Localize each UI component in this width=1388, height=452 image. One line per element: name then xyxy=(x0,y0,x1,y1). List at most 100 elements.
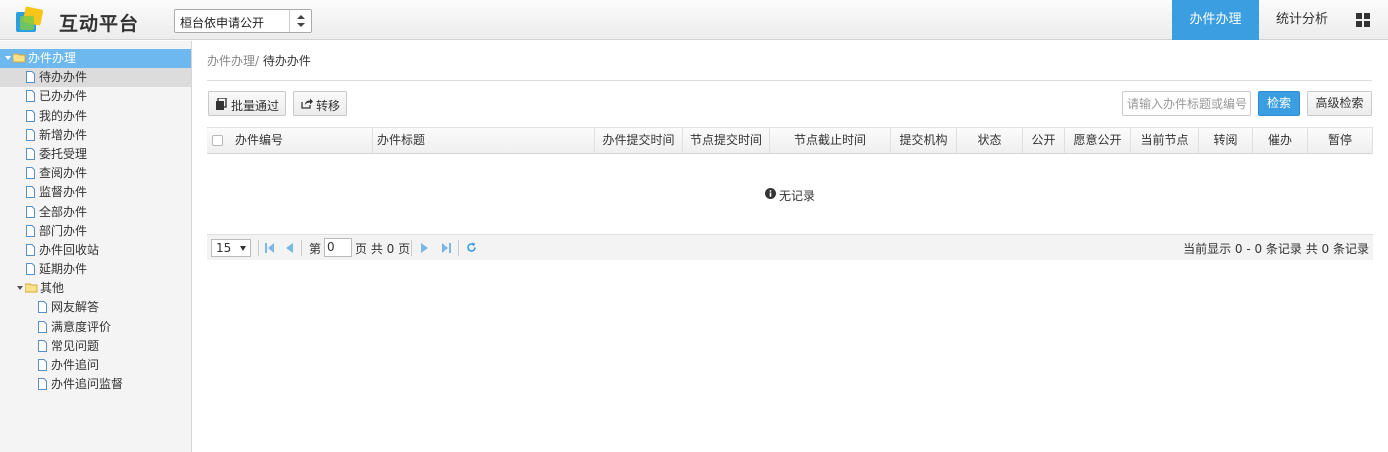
sidebar-item-2[interactable]: 我的办件 xyxy=(0,107,191,126)
page-suffix: 页 共 0 页 xyxy=(355,242,411,256)
document-icon xyxy=(26,109,35,122)
tree-node-label: 网友解答 xyxy=(51,300,100,315)
app-logo-icon xyxy=(16,6,46,34)
tree-node-label: 满意度评价 xyxy=(51,319,112,334)
empty-text: 无记录 xyxy=(779,189,816,203)
first-page-icon[interactable] xyxy=(265,243,274,253)
tree-node-case-handling[interactable]: 办件办理 xyxy=(0,49,191,69)
column-header-10[interactable]: 转阅 xyxy=(1199,128,1253,153)
sidebar-item-10[interactable]: 延期办件 xyxy=(0,260,191,279)
tab-statistics[interactable]: 统计分析 xyxy=(1259,0,1345,40)
record-info: 当前显示 0 - 0 条记录 共 0 条记录 xyxy=(1183,242,1369,256)
tree-node-label: 其他 xyxy=(40,281,65,296)
last-page-icon[interactable] xyxy=(442,243,451,253)
sidebar-item-9[interactable]: 办件回收站 xyxy=(0,241,191,260)
sidebar-item-4[interactable]: 委托受理 xyxy=(0,145,191,164)
sidebar-item-0[interactable]: 待办办件 xyxy=(0,68,191,88)
app-title: 互动平台 xyxy=(59,13,140,35)
sidebar-other-item-4[interactable]: 办件追问监督 xyxy=(0,375,191,394)
sidebar-tree: 办件办理 待办办件已办办件我的办件新增办件委托受理查阅办件监督办件全部办件 部门办… xyxy=(0,41,192,452)
tree-node-label: 待办办件 xyxy=(39,70,88,85)
tree-node-label: 办件回收站 xyxy=(39,242,100,257)
tree-node-label: 办件办理 xyxy=(28,51,77,65)
sidebar-item-1[interactable]: 已办办件 xyxy=(0,87,191,106)
sidebar-other-item-3[interactable]: 办件追问 xyxy=(0,356,191,375)
breadcrumb-parent[interactable]: 办件办理/ xyxy=(207,54,263,68)
document-icon xyxy=(26,224,35,237)
batch-pass-label: 批量通过 xyxy=(231,99,280,113)
column-header-4[interactable]: 节点截止时间 xyxy=(770,128,891,153)
sidebar-other-item-0[interactable]: 网友解答 xyxy=(0,298,191,317)
refresh-icon[interactable] xyxy=(466,242,477,253)
document-icon xyxy=(26,167,35,180)
tree-node-label: 常见问题 xyxy=(51,338,100,353)
tree-node-other[interactable]: 其他 xyxy=(0,279,191,298)
document-icon xyxy=(26,128,35,141)
column-header-8[interactable]: 愿意公开 xyxy=(1065,128,1131,153)
transfer-button[interactable]: 转移 xyxy=(293,91,347,116)
platform-select[interactable]: 桓台依申请公开 xyxy=(174,9,312,33)
tree-node-label: 部门办件 xyxy=(39,223,88,238)
sidebar-other-item-1[interactable]: 满意度评价 xyxy=(0,318,191,337)
document-icon xyxy=(38,359,47,371)
folder-open-icon xyxy=(13,53,26,63)
page-size-value: 15 xyxy=(216,241,232,255)
document-icon xyxy=(38,320,47,333)
column-header-12[interactable]: 暂停 xyxy=(1308,128,1373,153)
pager-separator xyxy=(458,240,459,256)
document-icon xyxy=(26,205,35,218)
document-stack-icon xyxy=(216,98,227,110)
page-number-input[interactable]: 0 xyxy=(324,238,352,257)
tree-node-label: 办件追问 xyxy=(51,358,100,372)
platform-select-value: 桓台依申请公开 xyxy=(180,16,265,30)
next-page-icon[interactable] xyxy=(421,243,428,253)
tree-node-label: 办件追问监督 xyxy=(51,377,124,392)
tree-node-label: 监督办件 xyxy=(39,185,88,200)
document-icon xyxy=(26,90,35,103)
pager-separator xyxy=(411,240,412,256)
search-input[interactable] xyxy=(1122,91,1251,116)
sidebar-item-6[interactable]: 监督办件 xyxy=(0,183,191,202)
document-icon xyxy=(26,186,35,199)
select-arrows-icon xyxy=(289,10,311,32)
document-icon xyxy=(26,243,35,256)
document-icon xyxy=(38,301,47,314)
select-all-checkbox[interactable] xyxy=(212,135,223,146)
column-header-6[interactable]: 状态 xyxy=(957,128,1023,153)
table-header: 办件编号 办件标题 办件提交时间 节点提交时间 节点截止时间 提交机构 状态 公开 愿意公开 当前… xyxy=(207,127,1373,154)
prev-page-icon[interactable] xyxy=(286,243,293,253)
pager-separator xyxy=(258,240,259,256)
tree-node-label: 我的办件 xyxy=(39,108,88,123)
column-header-3[interactable]: 节点提交时间 xyxy=(683,128,770,153)
batch-pass-button[interactable]: 批量通过 xyxy=(208,91,286,116)
column-header-0[interactable]: 办件编号 xyxy=(229,128,373,153)
document-icon xyxy=(26,263,35,276)
top-header: 互动平台 桓台依申请公开 办件办理 统计分析 xyxy=(0,0,1388,40)
sidebar-item-3[interactable]: 新增办件 xyxy=(0,126,191,145)
sidebar-other-item-2[interactable]: 常见问题 xyxy=(0,337,191,356)
expand-toggle-icon[interactable] xyxy=(5,56,11,60)
breadcrumb-current: 待办办件 xyxy=(262,54,311,68)
sidebar-item-5[interactable]: 查阅办件 xyxy=(0,164,191,183)
info-icon xyxy=(765,188,776,199)
tree-node-label: 委托受理 xyxy=(39,146,88,161)
tree-node-label: 新增办件 xyxy=(39,127,88,142)
column-header-5[interactable]: 提交机构 xyxy=(891,128,957,153)
expand-toggle-icon[interactable] xyxy=(17,286,23,291)
sidebar-item-7[interactable]: 全部办件 xyxy=(0,203,191,222)
column-header-11[interactable]: 催办 xyxy=(1253,128,1308,153)
column-header-1[interactable]: 办件标题 xyxy=(373,128,595,153)
search-button[interactable]: 检索 xyxy=(1258,91,1300,116)
column-header-2[interactable]: 办件提交时间 xyxy=(595,128,683,153)
column-header-9[interactable]: 当前节点 xyxy=(1131,128,1199,153)
share-icon xyxy=(301,98,313,109)
tab-case-handling[interactable]: 办件办理 xyxy=(1172,0,1259,40)
advanced-search-button[interactable]: 高级检索 xyxy=(1307,91,1372,116)
breadcrumb: 办件办理/ 待办办件 xyxy=(207,52,311,69)
grid-menu-icon[interactable] xyxy=(1356,13,1370,27)
folder-icon xyxy=(25,283,38,293)
page-size-select[interactable]: 15 xyxy=(211,239,251,257)
sidebar-item-8[interactable]: 部门办件 xyxy=(0,222,191,241)
document-icon xyxy=(38,339,47,352)
column-header-7[interactable]: 公开 xyxy=(1023,128,1065,153)
